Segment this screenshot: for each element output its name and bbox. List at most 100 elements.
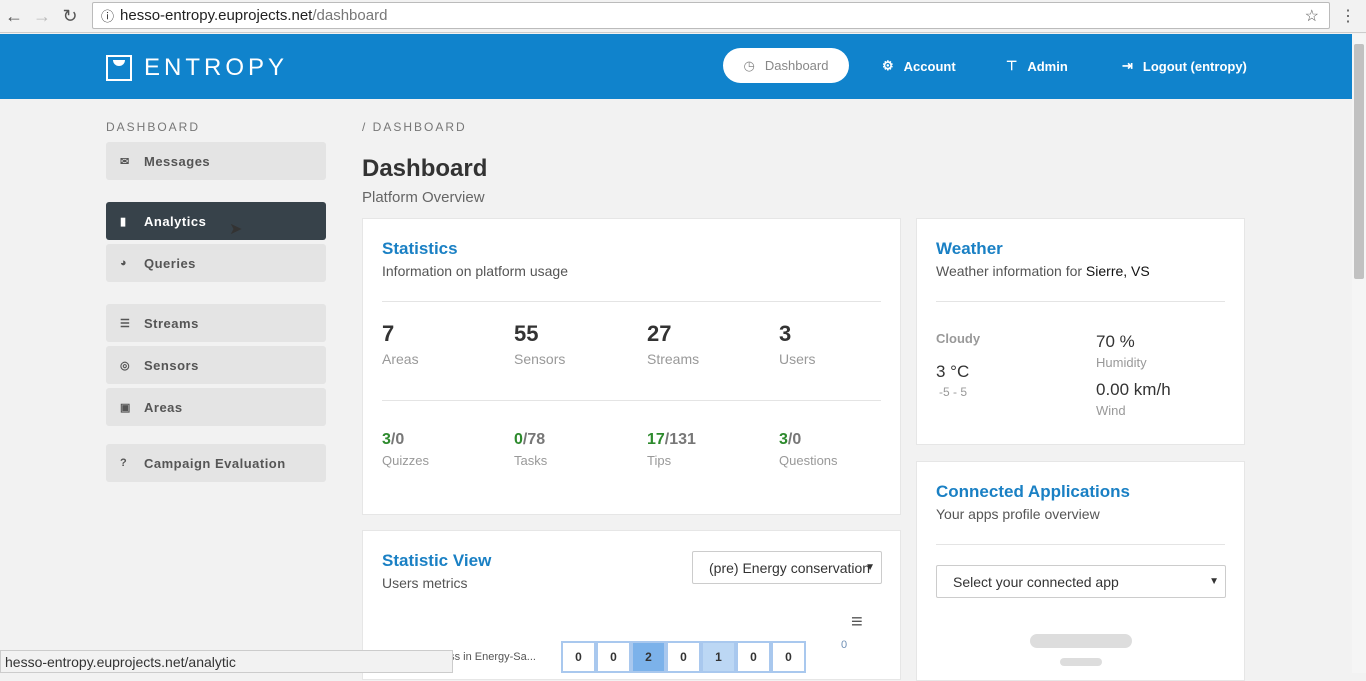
sidebar-item-analytics[interactable]: ▮ Analytics [106,202,326,240]
weather-condition: Cloudy [936,331,981,346]
card-title: Connected Applications [936,482,1130,501]
nav-dashboard[interactable]: ◷ Dashboard [723,48,849,83]
sidebar-item-label: Sensors [144,357,199,373]
stat-areas: 7 Areas [382,321,502,367]
info-icon: ⓘ [101,9,115,24]
stat-value: 3 [779,321,792,346]
bookmark-star-icon[interactable]: ☆ [1305,6,1319,26]
placeholder-bar [1030,634,1132,648]
humidity-label: Humidity [1096,355,1147,370]
nav-account[interactable]: ⚙ Account [882,58,956,74]
stat-sensors: 55 Sensors [514,321,634,367]
heatmap-cell[interactable]: 1 [701,641,736,673]
stat-value-total: /78 [522,431,546,448]
wind-label: Wind [1096,403,1126,418]
nav-admin[interactable]: ⊤ Admin [1006,58,1068,74]
scrollbar-thumb[interactable] [1354,44,1364,279]
bar-chart-icon: ▮ [120,215,127,228]
stat-tips: 17/131 Tips [647,431,767,468]
stat-value-done: 3 [779,431,788,448]
gear-icon: ⚙ [882,58,894,73]
stat-streams: 27 Streams [647,321,767,367]
page-scrollbar[interactable] [1352,34,1366,673]
stat-value: 55 [514,321,539,346]
connected-apps-card: Connected Applications Your apps profile… [916,461,1245,681]
sidebar-item-messages[interactable]: ✉ Messages [106,142,326,180]
stat-value-done: 0 [514,431,523,448]
nav-label: Dashboard [764,58,829,73]
map-icon: ▣ [120,401,131,414]
temperature: 3 °C [936,362,970,381]
question-icon: ? [120,457,128,469]
sidebar-item-label: Queries [144,255,196,271]
sidebar-item-label: Streams [144,315,199,331]
address-bar[interactable]: ⓘ hesso-entropy.euprojects.net/dashboard… [92,2,1330,29]
select-value: Select your connected app [953,573,1119,590]
logo[interactable]: ENTROPY [106,54,288,82]
divider [382,400,881,401]
divider [382,301,881,302]
heatmap-row: 0 0 2 0 1 0 0 [561,641,806,673]
heatmap-cell[interactable]: 0 [771,641,806,673]
stat-value: 7 [382,321,395,346]
stat-value-done: 17 [647,431,665,448]
wind-value: 0.00 km/h [1096,380,1171,399]
divider [936,301,1225,302]
pie-chart-icon: ◕ [120,257,128,269]
sidebar-item-campaign-evaluation[interactable]: ? Campaign Evaluation [106,444,326,482]
connected-app-select[interactable]: Select your connected app ▼ [936,565,1226,598]
stat-value-done: 3 [382,431,391,448]
sidebar-item-label: Areas [144,399,183,415]
stat-label: Tips [647,453,672,468]
heatmap-cell[interactable]: 0 [561,641,596,673]
logo-icon [106,55,132,81]
browser-menu-icon[interactable]: ⋮ [1340,6,1356,26]
card-subtitle: Weather information for Sierre, VS [936,263,1150,279]
stat-label: Users [779,351,816,367]
humidity-value: 70 % [1096,332,1135,351]
pin-icon: ⊤ [1006,58,1018,73]
subtitle-prefix: Weather information for [936,263,1086,279]
chart-menu-icon[interactable]: ≡ [851,611,863,634]
nav-logout[interactable]: ⇥ Logout (entropy) [1122,58,1247,74]
placeholder-bar [1060,658,1102,666]
nav-label: Account [903,58,956,74]
stat-label: Streams [647,351,700,367]
temperature-range: -5 - 5 [939,385,968,399]
select-value: (pre) Energy conservation [709,559,871,576]
breadcrumb: / DASHBOARD [362,120,467,134]
page-subtitle: Platform Overview [362,189,485,206]
sidebar-item-label: Campaign Evaluation [144,455,286,471]
sidebar-item-sensors[interactable]: ◎ Sensors [106,346,326,384]
sidebar-item-streams[interactable]: ☰ Streams [106,304,326,342]
url-path: /dashboard [312,7,388,24]
back-icon[interactable]: ← [0,6,28,27]
sidebar-item-queries[interactable]: ◕ Queries [106,244,326,282]
stat-value-total: /0 [787,431,802,448]
card-subtitle: Information on platform usage [382,263,568,279]
heatmap-cell[interactable]: 2 [631,641,666,673]
stat-tasks: 0/78 Tasks [514,431,634,468]
card-title: Weather [936,239,1003,258]
card-title: Statistic View [382,551,492,570]
heatmap-cell[interactable]: 0 [666,641,701,673]
nav-label: Logout (entropy) [1142,58,1247,74]
stat-value: 27 [647,321,672,346]
statistics-card: Statistics Information on platform usage… [362,218,901,515]
forward-icon[interactable]: → [28,6,56,27]
table-icon: ☰ [120,317,131,330]
heatmap-cell[interactable]: 0 [596,641,631,673]
campaign-select[interactable]: (pre) Energy conservation ▼ [692,551,882,584]
stat-label: Tasks [514,453,548,468]
target-icon: ◎ [120,359,131,372]
sidebar-item-label: Messages [144,153,211,169]
heatmap-cell[interactable]: 0 [736,641,771,673]
sidebar: DASHBOARD ✉ Messages ▮ Analytics ◕ Queries … [106,120,326,486]
page-title: Dashboard [362,155,488,182]
sidebar-item-areas[interactable]: ▣ Areas [106,388,326,426]
nav-label: Admin [1027,58,1068,74]
browser-toolbar: ← → ↻ ⓘ hesso-entropy.euprojects.net/das… [0,0,1366,33]
status-bar-url: hesso-entropy.euprojects.net/analytic [0,650,453,673]
reload-icon[interactable]: ↻ [56,6,84,27]
card-subtitle: Your apps profile overview [936,506,1100,522]
